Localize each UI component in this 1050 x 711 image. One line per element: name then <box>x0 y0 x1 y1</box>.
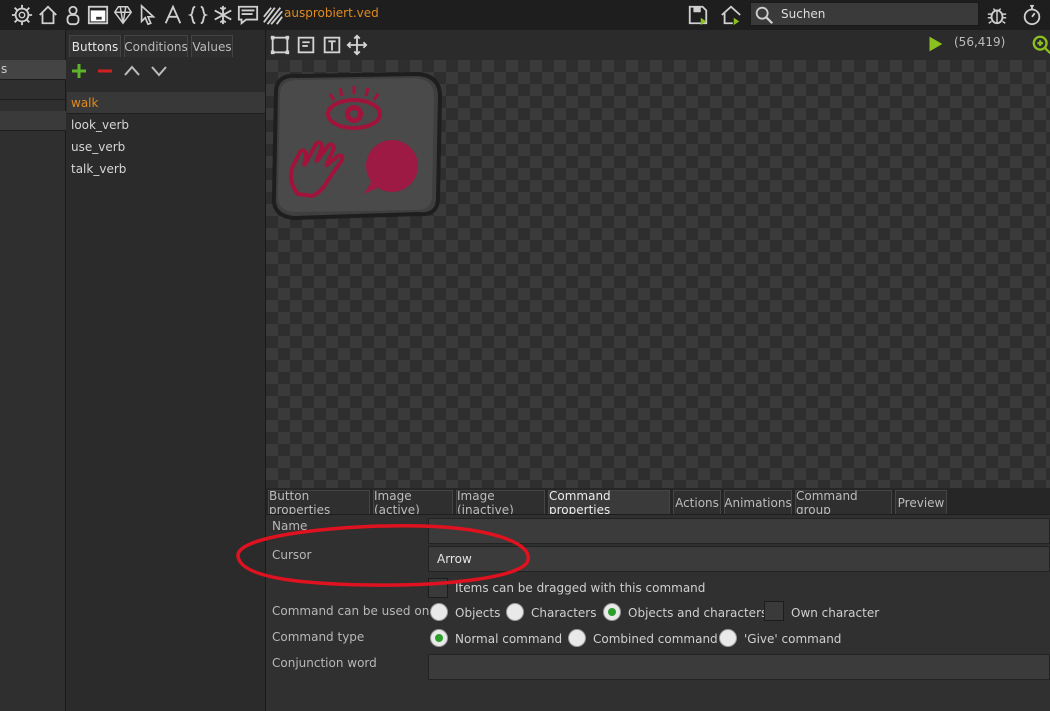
cursor-coordinates: (56,419) <box>954 35 1006 49</box>
name-label: Name <box>272 519 308 533</box>
list-item[interactable]: talk_verb <box>67 158 265 180</box>
zoom-in-icon[interactable] <box>1030 33 1050 57</box>
search-label: Suchen <box>781 7 826 21</box>
left-panel-header[interactable]: s <box>0 60 66 80</box>
tab-command-properties[interactable]: Command properties <box>548 489 670 517</box>
verb-coin-image[interactable] <box>268 72 444 220</box>
font-icon[interactable] <box>161 3 185 27</box>
text-tool-icon[interactable] <box>320 33 344 57</box>
up-icon[interactable] <box>121 60 143 82</box>
left-panel-header-label: s <box>1 62 8 76</box>
list-item[interactable]: walk <box>67 92 265 114</box>
left-panel: s <box>0 30 66 711</box>
select-rect-icon[interactable] <box>268 33 292 57</box>
remove-icon[interactable] <box>94 60 116 82</box>
move-icon[interactable] <box>345 33 369 57</box>
drag-items-checkbox[interactable] <box>428 578 448 598</box>
left-panel-row-selected[interactable] <box>0 111 66 131</box>
tab-button-properties[interactable]: Button properties <box>268 489 370 517</box>
radio-objects[interactable] <box>430 603 448 621</box>
tab-values[interactable]: Values <box>191 35 233 57</box>
list-item[interactable]: use_verb <box>67 136 265 158</box>
tab-actions[interactable]: Actions <box>673 490 721 514</box>
text-box-icon[interactable] <box>294 33 318 57</box>
conjunction-field[interactable] <box>428 654 1050 680</box>
diamond-icon[interactable] <box>111 3 135 27</box>
radio-objects-and-characters[interactable] <box>603 603 621 621</box>
character-icon[interactable] <box>61 3 85 27</box>
gear-icon[interactable] <box>10 3 34 27</box>
radio-combined-command-label: Combined command <box>593 632 718 646</box>
tab-buttons[interactable]: Buttons <box>69 35 121 57</box>
tab-preview[interactable]: Preview <box>895 490 947 514</box>
bug-icon[interactable] <box>985 3 1009 27</box>
tab-animations[interactable]: Animations <box>724 490 792 514</box>
cursor-select[interactable]: Arrow <box>428 546 1050 572</box>
down-icon[interactable] <box>148 60 170 82</box>
stripes-icon[interactable] <box>261 3 285 27</box>
radio-give-command-label: 'Give' command <box>744 632 842 646</box>
cursor-icon[interactable] <box>136 3 160 27</box>
cursor-label: Cursor <box>272 548 312 562</box>
search-icon <box>752 3 776 27</box>
tab-conditions[interactable]: Conditions <box>124 35 188 57</box>
tab-image-inactive[interactable]: Image (inactive) <box>456 489 545 517</box>
radio-normal-command[interactable] <box>430 629 448 647</box>
used-on-label: Command can be used on <box>272 604 430 618</box>
radio-normal-command-label: Normal command <box>455 632 563 646</box>
play-icon[interactable] <box>923 32 947 56</box>
own-character-label: Own character <box>791 606 880 620</box>
snowflake-icon[interactable] <box>211 3 235 27</box>
tab-image-active[interactable]: Image (active) <box>373 489 453 517</box>
home-icon[interactable] <box>36 3 60 27</box>
drag-items-label: Items can be dragged with this command <box>455 581 706 595</box>
add-icon[interactable] <box>68 60 90 82</box>
radio-objects-label: Objects <box>455 606 501 620</box>
tab-command-group[interactable]: Command group <box>795 489 892 517</box>
dialog-icon[interactable] <box>86 3 110 27</box>
home-export-icon[interactable] <box>719 3 743 27</box>
left-panel-row[interactable] <box>0 80 66 100</box>
stopwatch-icon[interactable] <box>1020 3 1044 27</box>
search-field[interactable]: Suchen <box>750 2 979 26</box>
name-field[interactable] <box>428 518 1050 544</box>
cursor-value: Arrow <box>437 552 472 566</box>
radio-give-command[interactable] <box>719 629 737 647</box>
radio-combined-command[interactable] <box>568 629 586 647</box>
radio-objects-and-characters-label: Objects and characters <box>628 606 768 620</box>
save-icon[interactable] <box>686 3 710 27</box>
radio-characters-label: Characters <box>531 606 597 620</box>
top-toolbar: ausprobiert.ved Suchen <box>0 0 1050 30</box>
comment-icon[interactable] <box>236 3 260 27</box>
project-name: ausprobiert.ved <box>284 6 379 20</box>
conjunction-label: Conjunction word <box>272 656 377 670</box>
own-character-checkbox[interactable] <box>764 601 784 621</box>
command-type-label: Command type <box>272 630 365 644</box>
list-item[interactable]: look_verb <box>67 114 265 136</box>
braces-icon[interactable] <box>186 3 210 27</box>
radio-characters[interactable] <box>506 603 524 621</box>
